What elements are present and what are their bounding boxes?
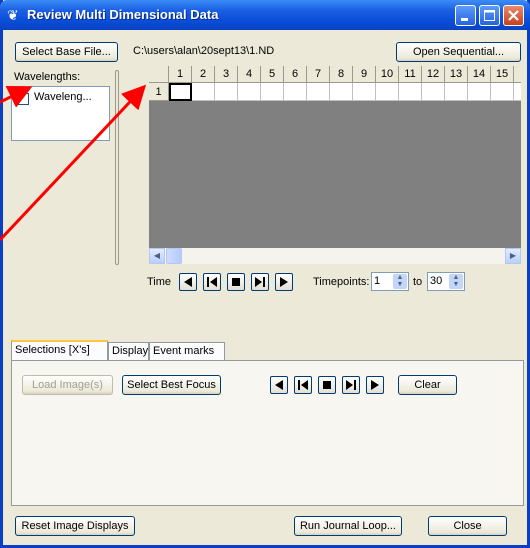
column-header[interactable]: 11 (399, 66, 422, 83)
select-best-focus-button[interactable]: Select Best Focus (122, 375, 221, 395)
column-header[interactable]: 1 (169, 66, 192, 83)
first-frame-icon[interactable] (179, 273, 197, 291)
stop-icon[interactable] (227, 273, 245, 291)
column-header[interactable]: 7 (307, 66, 330, 83)
wavelengths-label: Wavelengths: (14, 71, 81, 83)
grid-cell[interactable] (238, 83, 261, 101)
column-header[interactable]: 12 (422, 66, 445, 83)
column-header[interactable]: 2 (192, 66, 215, 83)
butterfly-icon: ❦ (7, 7, 19, 23)
close-icon[interactable] (503, 5, 524, 26)
column-header[interactable]: 9 (353, 66, 376, 83)
reset-image-displays-button[interactable]: Reset Image Displays (15, 516, 135, 536)
step-forward-icon[interactable] (251, 273, 269, 291)
step-back-icon[interactable] (294, 376, 312, 394)
column-header[interactable]: 8 (330, 66, 353, 83)
open-sequential-button[interactable]: Open Sequential... (396, 42, 521, 62)
to-label: to (413, 276, 423, 288)
grid-cell[interactable] (445, 83, 468, 101)
tab-selections[interactable]: Selections [X's] (11, 340, 108, 362)
scrollbar-thumb[interactable] (166, 248, 182, 264)
data-grid[interactable]: 1 2 3 4 5 6 7 8 9 10 11 12 13 14 15 1 (149, 66, 521, 248)
column-header[interactable]: 13 (445, 66, 468, 83)
tab-display[interactable]: Display (108, 342, 149, 361)
row-header[interactable]: 1 (149, 83, 169, 101)
scroll-left-icon[interactable]: ◀ (149, 248, 165, 264)
column-header[interactable]: 4 (238, 66, 261, 83)
selections-panel: Load Image(s) Select Best Focus Clear (11, 360, 524, 506)
wavelengths-list[interactable]: Waveleng... (11, 86, 110, 141)
grid-cell[interactable] (215, 83, 238, 101)
last-frame-icon[interactable] (275, 273, 293, 291)
timepoints-to-value: 30 (430, 275, 443, 287)
time-label: Time (147, 276, 172, 288)
column-header[interactable]: 6 (284, 66, 307, 83)
spinner-arrows-icon[interactable]: ▲ ▼ (393, 274, 407, 289)
step-back-icon[interactable] (203, 273, 221, 291)
wavelength-checkbox[interactable] (17, 93, 29, 105)
splitter-handle[interactable] (115, 70, 119, 265)
timepoints-to-spinner[interactable]: 30 ▲ ▼ (427, 272, 465, 291)
grid-cell[interactable] (284, 83, 307, 101)
grid-cell[interactable] (422, 83, 445, 101)
timepoints-from-spinner[interactable]: 1 ▲ ▼ (371, 272, 409, 291)
grid-cell[interactable] (491, 83, 514, 101)
column-header (514, 66, 521, 83)
clear-button[interactable]: Clear (398, 375, 457, 395)
run-journal-loop-button[interactable]: Run Journal Loop... (294, 516, 402, 536)
timepoints-from-value: 1 (374, 275, 381, 287)
wavelength-item-label: Waveleng... (34, 91, 92, 103)
grid-cell-selected[interactable] (169, 83, 192, 101)
grid-corner (149, 66, 169, 83)
timepoints-label: Timepoints: (313, 276, 370, 288)
spinner-arrows-icon[interactable]: ▲ ▼ (449, 274, 463, 289)
maximize-icon[interactable] (479, 5, 500, 26)
title-bar[interactable]: ❦ Review Multi Dimensional Data (0, 0, 530, 30)
minimize-icon[interactable] (455, 5, 476, 26)
grid-horizontal-scrollbar[interactable]: ◀ ▶ (149, 248, 521, 264)
column-header[interactable]: 15 (491, 66, 514, 83)
window-title: Review Multi Dimensional Data (27, 7, 219, 22)
stop-icon[interactable] (318, 376, 336, 394)
select-base-file-button[interactable]: Select Base File... (15, 42, 118, 62)
grid-cell[interactable] (468, 83, 491, 101)
review-window: ❦ Review Multi Dimensional Data Select B… (0, 0, 530, 548)
first-frame-icon[interactable] (270, 376, 288, 394)
close-button[interactable]: Close (428, 516, 507, 536)
grid-cell[interactable] (514, 83, 521, 101)
scroll-right-icon[interactable]: ▶ (505, 248, 521, 264)
step-forward-icon[interactable] (342, 376, 360, 394)
grid-cell[interactable] (261, 83, 284, 101)
column-header[interactable]: 14 (468, 66, 491, 83)
grid-cell[interactable] (192, 83, 215, 101)
tab-event-marks[interactable]: Event marks (149, 342, 225, 361)
grid-cell[interactable] (399, 83, 422, 101)
grid-cell[interactable] (307, 83, 330, 101)
last-frame-icon[interactable] (366, 376, 384, 394)
grid-cell[interactable] (353, 83, 376, 101)
column-header[interactable]: 3 (215, 66, 238, 83)
column-header[interactable]: 5 (261, 66, 284, 83)
column-header[interactable]: 10 (376, 66, 399, 83)
load-images-button[interactable]: Load Image(s) (22, 375, 113, 395)
grid-cell[interactable] (330, 83, 353, 101)
grid-cell[interactable] (376, 83, 399, 101)
file-path: C:\users\alan\20sept13\1.ND (133, 45, 275, 57)
